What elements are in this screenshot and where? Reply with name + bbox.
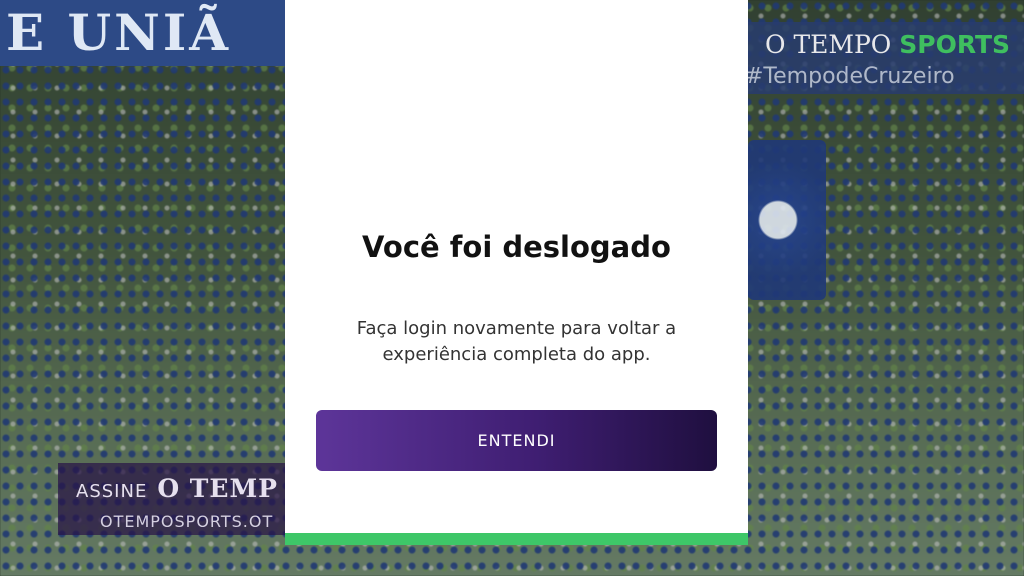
stadium-banner: E UNIÃ xyxy=(0,0,300,66)
dialog-message: Faça login novamente para voltar a exper… xyxy=(356,318,677,365)
dialog-accent-bar xyxy=(285,533,748,545)
logged-out-dialog: Você foi deslogado Faça login novamente … xyxy=(285,0,748,545)
ad-url-text: OTEMPOSPORTS.OT xyxy=(100,512,274,531)
ad-subscribe-line: ASSINE O TEMP xyxy=(76,474,278,503)
otempo-sports-watermark: O TEMPO SPORTS xyxy=(765,30,1010,59)
watermark-brand: O TEMPO xyxy=(765,30,892,59)
understood-button[interactable]: ENTENDI xyxy=(316,410,717,471)
ad-subscribe-text: ASSINE xyxy=(76,481,148,502)
cruzeiro-flag xyxy=(748,140,826,300)
ad-brand-text: O TEMP xyxy=(157,474,278,503)
watermark-hashtag: #TempodeCruzeiro xyxy=(745,64,955,89)
watermark-sports: SPORTS xyxy=(899,30,1011,59)
dialog-title: Você foi deslogado xyxy=(362,230,671,264)
